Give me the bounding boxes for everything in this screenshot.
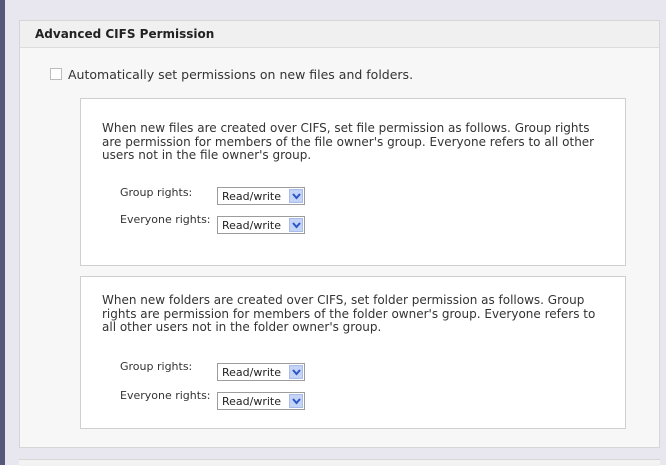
left-edge-bar	[0, 0, 5, 465]
file-permission-description: When new files are created over CIFS, se…	[102, 121, 595, 162]
file-everyone-rights-label: Everyone rights:	[120, 213, 211, 226]
auto-permission-label[interactable]: Automatically set permissions on new fil…	[68, 67, 413, 82]
chevron-down-icon[interactable]	[289, 394, 303, 408]
chevron-down-icon[interactable]	[289, 365, 303, 379]
folder-everyone-rights-select[interactable]: Read/write	[217, 392, 305, 410]
file-group-rights-label: Group rights:	[120, 186, 193, 199]
file-group-rights-value: Read/write	[222, 190, 282, 203]
panel-title: Advanced CIFS Permission	[35, 27, 215, 41]
advanced-cifs-permission-panel: Advanced CIFS Permission Automatically s…	[19, 20, 660, 448]
auto-permission-checkbox[interactable]	[50, 68, 62, 80]
file-everyone-rights-select[interactable]: Read/write	[217, 216, 305, 234]
panel-header: Advanced CIFS Permission	[20, 21, 659, 48]
folder-group-rights-value: Read/write	[222, 366, 282, 379]
file-permission-box: When new files are created over CIFS, se…	[80, 98, 626, 266]
file-group-rights-select[interactable]: Read/write	[217, 187, 305, 205]
folder-group-rights-select[interactable]: Read/write	[217, 363, 305, 381]
folder-permission-box: When new folders are created over CIFS, …	[80, 276, 626, 429]
chevron-down-icon[interactable]	[289, 189, 303, 203]
chevron-down-icon[interactable]	[289, 218, 303, 232]
folder-group-rights-label: Group rights:	[120, 360, 193, 373]
file-everyone-rights-value: Read/write	[222, 219, 282, 232]
folder-everyone-rights-value: Read/write	[222, 395, 282, 408]
folder-permission-description: When new folders are created over CIFS, …	[102, 293, 596, 334]
folder-everyone-rights-label: Everyone rights:	[120, 389, 211, 402]
